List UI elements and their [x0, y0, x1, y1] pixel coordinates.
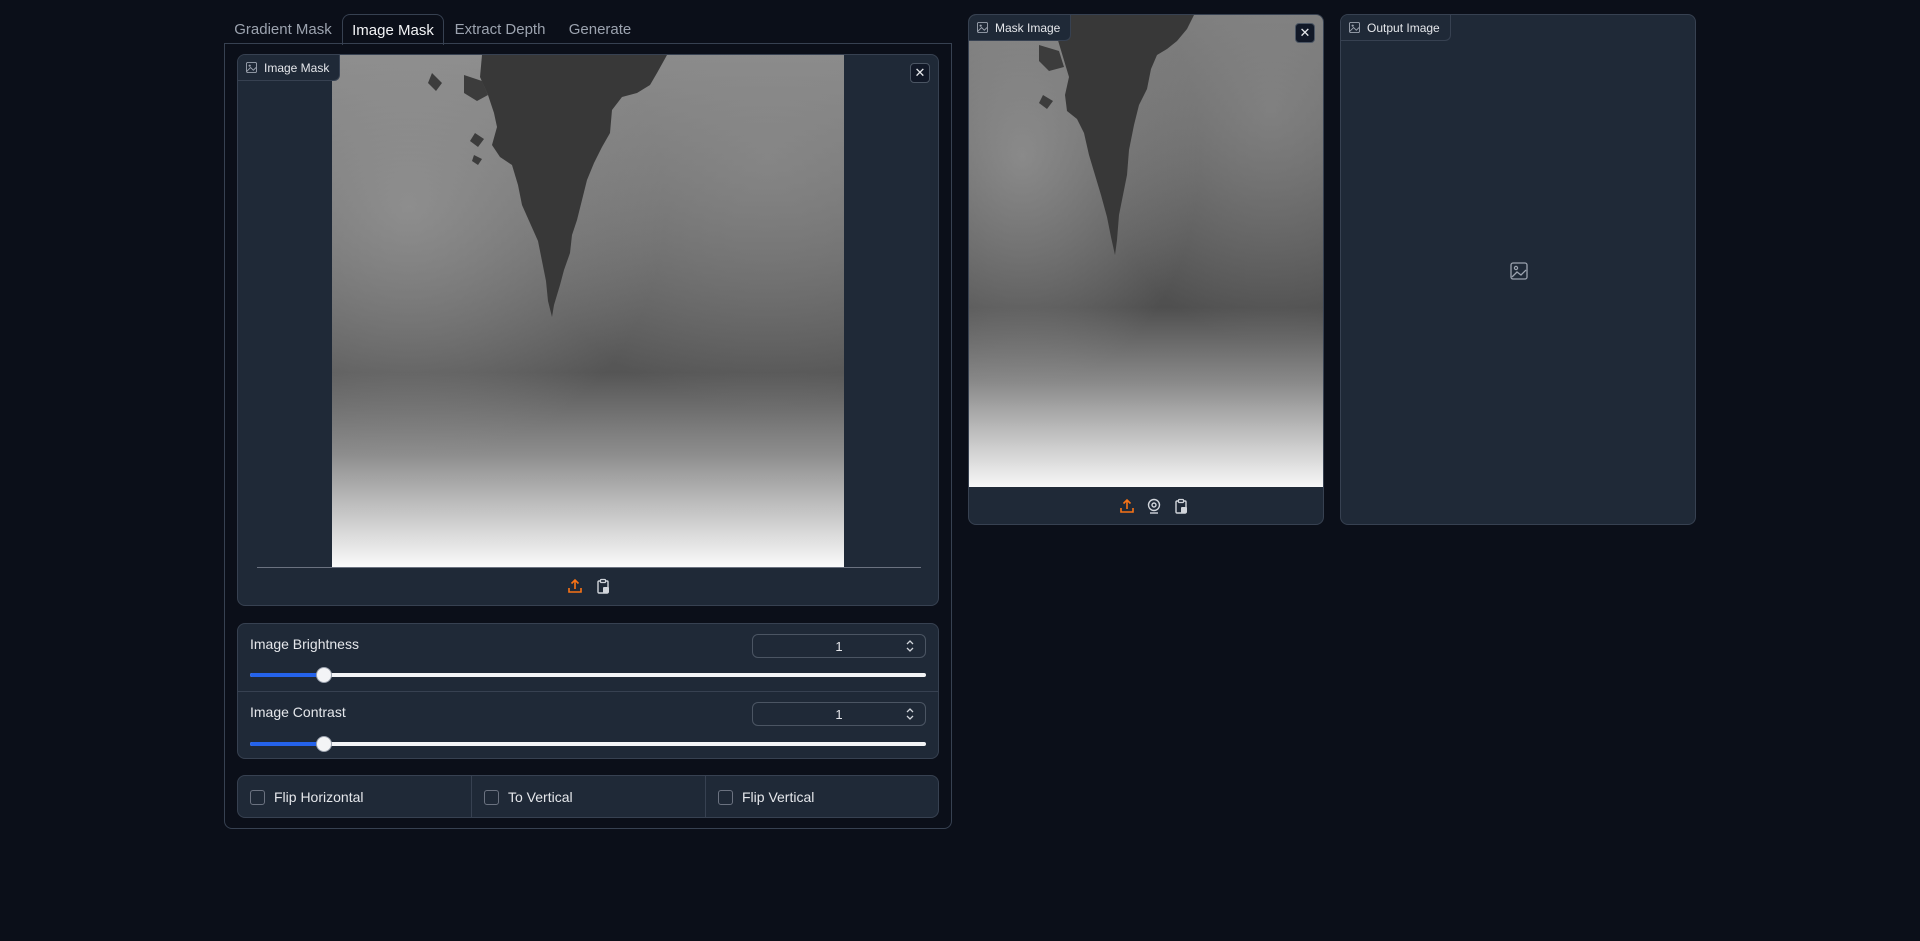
- flip-vertical-checkbox[interactable]: [718, 789, 733, 805]
- image-mask-preview: [332, 55, 844, 567]
- brightness-slider[interactable]: [250, 667, 926, 683]
- contrast-slider[interactable]: [250, 736, 926, 752]
- upload-icon[interactable]: [1118, 497, 1136, 515]
- mask-image-label: Mask Image: [969, 15, 1072, 41]
- flip-vertical-option[interactable]: Flip Vertical: [706, 776, 938, 817]
- close-icon[interactable]: ✕: [910, 63, 930, 83]
- clipboard-icon[interactable]: [594, 577, 612, 595]
- mask-image-label-text: Mask Image: [995, 20, 1061, 35]
- flip-vertical-label: Flip Vertical: [742, 789, 815, 805]
- webcam-icon[interactable]: [1145, 497, 1163, 515]
- to-vertical-label: To Vertical: [508, 789, 573, 805]
- tab-extract-depth[interactable]: Extract Depth: [452, 14, 548, 44]
- tab-image-mask[interactable]: Image Mask: [342, 14, 444, 45]
- brightness-slider-thumb[interactable]: [316, 667, 333, 683]
- tab-gradient-mask[interactable]: Gradient Mask: [230, 14, 336, 44]
- output-image-label: Output Image: [1341, 15, 1451, 41]
- image-mask-divider: [257, 567, 921, 568]
- image-mask-label-text: Image Mask: [264, 60, 330, 75]
- spinner-icon[interactable]: [905, 638, 915, 654]
- contrast-number-input[interactable]: 1: [752, 702, 926, 726]
- contrast-value: 1: [835, 706, 843, 722]
- slider-divider: [238, 691, 938, 692]
- brightness-number-input[interactable]: 1: [752, 634, 926, 658]
- output-image-label-text: Output Image: [1367, 20, 1440, 35]
- flip-horizontal-checkbox[interactable]: [250, 789, 265, 805]
- image-icon: [1349, 22, 1360, 33]
- image-icon: [246, 62, 257, 73]
- contrast-slider-fill: [250, 742, 325, 746]
- tab-generate[interactable]: Generate: [560, 14, 640, 44]
- flip-horizontal-label: Flip Horizontal: [274, 789, 364, 805]
- output-image-block: Output Image: [1340, 14, 1696, 525]
- mask-image-preview: [969, 15, 1323, 487]
- mask-image-block[interactable]: Mask Image ✕: [968, 14, 1324, 525]
- contrast-label: Image Contrast: [250, 704, 346, 720]
- brightness-slider-fill: [250, 673, 325, 677]
- close-icon[interactable]: ✕: [1295, 23, 1315, 43]
- to-vertical-option[interactable]: To Vertical: [472, 776, 706, 817]
- contrast-slider-thumb[interactable]: [316, 736, 333, 752]
- upload-icon[interactable]: [566, 577, 584, 595]
- checkbox-block: Flip Horizontal To Vertical Flip Vertica…: [237, 775, 939, 818]
- image-mask-label: Image Mask: [238, 55, 341, 81]
- image-placeholder-icon: [1510, 262, 1528, 280]
- clipboard-icon[interactable]: [1172, 497, 1190, 515]
- to-vertical-checkbox[interactable]: [484, 789, 499, 805]
- spinner-icon[interactable]: [905, 706, 915, 722]
- image-icon: [977, 22, 988, 33]
- brightness-label: Image Brightness: [250, 636, 359, 652]
- image-mask-block[interactable]: Image Mask ✕: [237, 54, 939, 606]
- sliders-block: Image Brightness 1 Image Contrast 1: [237, 623, 939, 759]
- brightness-value: 1: [835, 638, 843, 654]
- flip-horizontal-option[interactable]: Flip Horizontal: [238, 776, 472, 817]
